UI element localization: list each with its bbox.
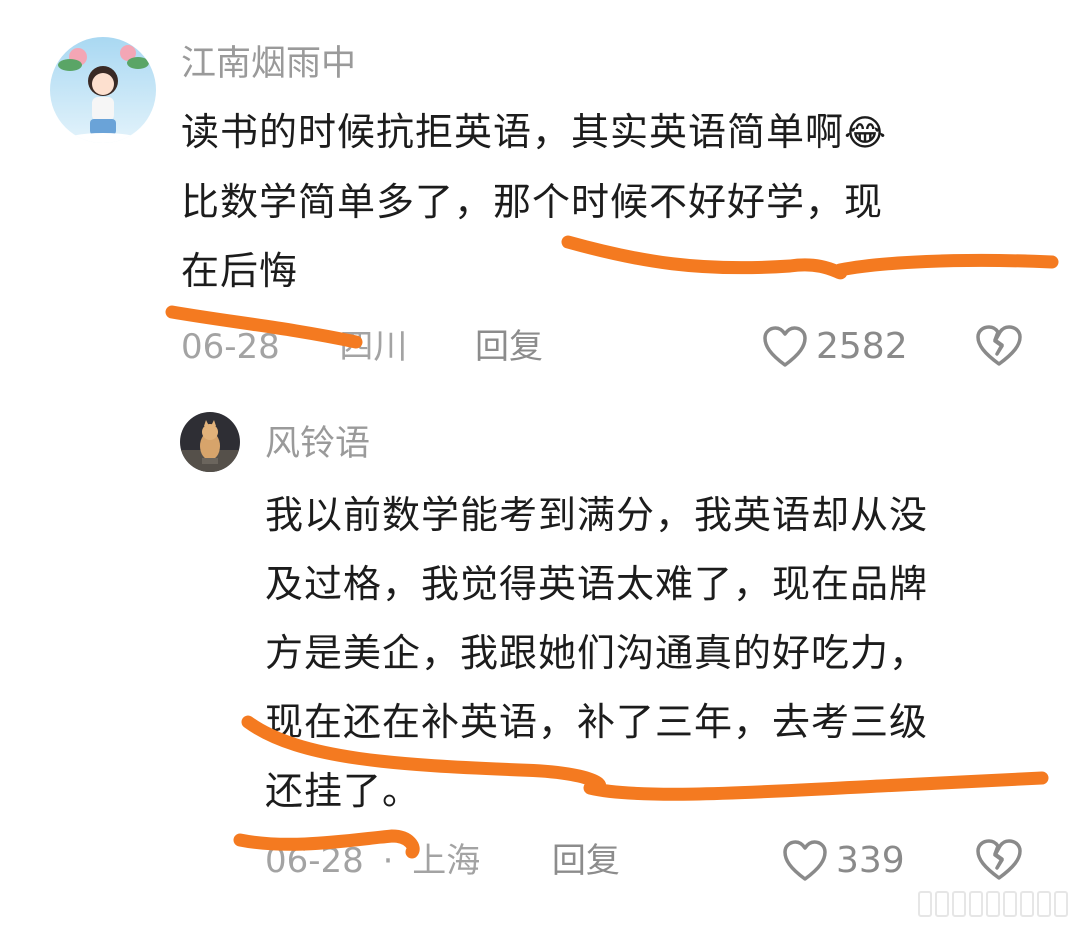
username[interactable]: 江南烟雨中 <box>181 44 356 84</box>
dislike-button[interactable] <box>975 324 1023 368</box>
comment-meta: 06-28 四川 回复 <box>181 327 543 367</box>
comment-line: 及过格，我觉得英语太难了，现在品牌 <box>265 562 929 606</box>
like-count: 339 <box>836 840 905 881</box>
comment-location: 四川 <box>339 327 408 367</box>
heart-outline-icon <box>762 326 808 368</box>
broken-heart-icon <box>975 838 1023 882</box>
avatar-image <box>50 37 156 143</box>
comment-location: 上海 <box>412 841 481 881</box>
avatar[interactable] <box>180 412 240 472</box>
avatar[interactable] <box>50 37 156 143</box>
avatar-image <box>180 412 240 472</box>
comment-meta: 06-28 · 上海 回复 <box>265 841 620 881</box>
comment-line: 现在还在补英语，补了三年，去考三级 <box>265 700 929 744</box>
like-count: 2582 <box>816 326 908 367</box>
comment-line: 还挂了。 <box>265 769 422 813</box>
comment-line: 方是美企，我跟她们沟通真的好吃力， <box>265 631 929 675</box>
heart-outline-icon <box>782 840 828 882</box>
comment-line: 比数学简单多了，那个时候不好好学，现 <box>181 180 884 224</box>
broken-heart-icon <box>975 324 1023 368</box>
comment-text: 我以前数学能考到满分，我英语却从没 及过格，我觉得英语太难了，现在品牌 方是美企… <box>265 481 1055 826</box>
comment-date: 06-28 <box>181 327 280 367</box>
meta-separator: · <box>382 841 394 881</box>
username[interactable]: 风铃语 <box>265 424 370 464</box>
laughing-emoji-icon: 😂 <box>844 113 888 154</box>
like-button[interactable]: 2582 <box>762 326 908 368</box>
watermark <box>918 891 1068 917</box>
dislike-button[interactable] <box>975 838 1023 882</box>
like-button[interactable]: 339 <box>782 840 905 882</box>
comment-date: 06-28 <box>265 841 364 881</box>
reply-button[interactable]: 回复 <box>475 327 543 367</box>
reply-button[interactable]: 回复 <box>552 841 620 881</box>
comment-line: 在后悔 <box>181 249 299 293</box>
comment-line: 我以前数学能考到满分，我英语却从没 <box>265 493 929 537</box>
comment-line: 读书的时候抗拒英语，其实英语简单啊😂 <box>181 110 888 154</box>
comment-text: 读书的时候抗拒英语，其实英语简单啊😂 比数学简单多了，那个时候不好好学，现 在后… <box>181 98 1041 306</box>
